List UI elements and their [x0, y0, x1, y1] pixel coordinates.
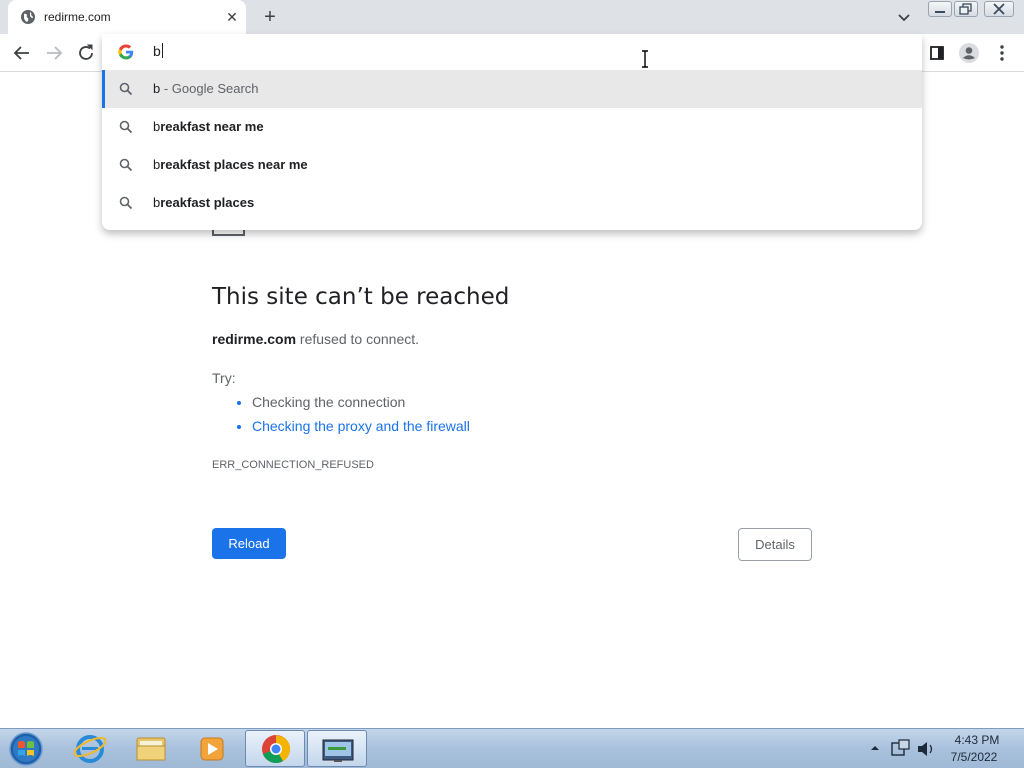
remote-desktop-icon	[322, 739, 354, 762]
suggestion-item[interactable]: breakfast places near me	[102, 146, 922, 184]
search-icon	[119, 82, 133, 96]
folder-icon	[136, 737, 166, 761]
error-code: ERR_CONNECTION_REFUSED	[212, 459, 374, 471]
taskbar-remote-desktop[interactable]	[307, 730, 367, 767]
suggestion-completion: reakfast places	[160, 195, 255, 210]
suggestion-text: breakfast near me	[153, 119, 264, 134]
back-arrow-icon[interactable]	[11, 42, 33, 64]
try-suggestion-connection: Checking the connection	[252, 394, 470, 418]
suggestion-item[interactable]: breakfast places	[102, 184, 922, 222]
suggestion-text: b - Google Search	[153, 81, 259, 96]
taskbar-chrome[interactable]	[245, 730, 305, 767]
profile-avatar-icon[interactable]	[958, 42, 980, 64]
error-message: redirme.com refused to connect.	[212, 331, 419, 347]
reload-button[interactable]: Reload	[212, 528, 286, 559]
tab-title: redirme.com	[44, 10, 111, 24]
volume-icon	[918, 742, 927, 756]
internet-explorer-icon	[73, 735, 107, 763]
restore-window-button[interactable]	[954, 1, 978, 17]
search-icon	[119, 120, 133, 134]
chevron-down-icon[interactable]	[895, 8, 913, 26]
search-icon	[119, 196, 133, 210]
suggestion-completion: reakfast places near me	[160, 157, 308, 172]
taskbar-media-player[interactable]	[182, 730, 242, 767]
try-suggestion-proxy-link[interactable]: Checking the proxy and the firewall	[252, 418, 470, 442]
more-options-icon[interactable]	[991, 42, 1013, 64]
error-title: This site can’t be reached	[212, 284, 510, 310]
error-host: redirme.com	[212, 331, 297, 347]
address-bar-value: b	[153, 43, 161, 59]
suggestion-description: - Google Search	[160, 81, 259, 96]
media-player-icon	[200, 737, 224, 761]
close-tab-icon[interactable]: ✕	[223, 8, 241, 26]
google-g-icon	[118, 44, 134, 60]
start-orb-icon[interactable]	[6, 731, 46, 767]
taskbar-internet-explorer[interactable]	[60, 730, 120, 767]
clock-date[interactable]: 7/5/2022	[946, 750, 1002, 764]
clock-time[interactable]: 4:43 PM	[952, 733, 1002, 747]
suggestion-item[interactable]: b - Google Search	[102, 70, 922, 108]
suggestion-item[interactable]: breakfast near me	[102, 108, 922, 146]
details-button[interactable]: Details	[738, 528, 812, 561]
forward-arrow-icon[interactable]	[43, 42, 65, 64]
minimize-window-button[interactable]	[928, 1, 952, 17]
taskbar-file-explorer[interactable]	[121, 730, 181, 767]
new-tab-button[interactable]: +	[259, 6, 281, 28]
suggestion-text: breakfast places	[153, 195, 254, 210]
taskbar	[0, 728, 1024, 768]
error-message-text: refused to connect.	[296, 331, 420, 347]
chrome-icon	[262, 735, 290, 763]
reload-icon[interactable]	[75, 42, 97, 64]
search-icon	[119, 158, 133, 172]
show-hidden-icons-icon	[871, 746, 879, 750]
omnibox-dropdown: b b - Google Search breakfast near me br…	[102, 34, 922, 230]
try-label: Try:	[212, 370, 236, 386]
text-caret	[161, 43, 163, 58]
address-bar[interactable]: b	[102, 34, 922, 70]
side-panel-icon[interactable]	[926, 42, 948, 64]
suggestion-text: breakfast places near me	[153, 157, 308, 172]
try-suggestions-list: Checking the connection Checking the pro…	[252, 394, 470, 442]
close-window-button[interactable]	[984, 1, 1014, 17]
suggestion-completion: reakfast near me	[160, 119, 264, 134]
tab-strip: redirme.com ✕ +	[0, 0, 1024, 34]
browser-tab[interactable]: redirme.com ✕	[8, 0, 246, 34]
globe-icon	[21, 10, 35, 24]
text-cursor-icon	[642, 50, 648, 68]
address-bar-input[interactable]: b	[153, 43, 163, 59]
